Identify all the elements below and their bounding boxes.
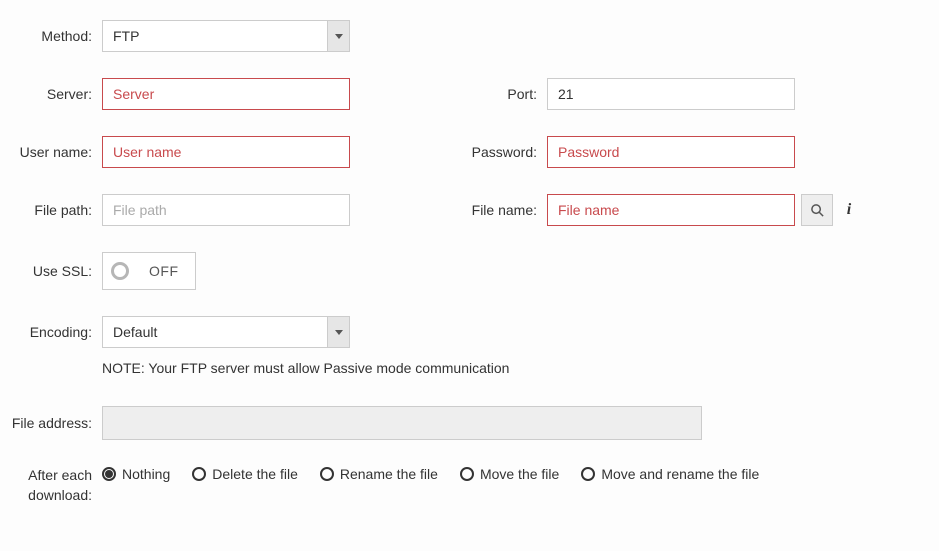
radio-icon [460, 467, 474, 481]
ftp-settings-form: Method: FTP Server: Port: 21 User name: [0, 20, 939, 505]
afterdownload-radio[interactable]: Rename the file [320, 466, 438, 482]
encoding-label: Encoding: [0, 324, 102, 340]
username-label: User name: [0, 144, 102, 160]
filepath-input[interactable] [102, 194, 350, 226]
server-input[interactable] [102, 78, 350, 110]
port-value: 21 [558, 86, 574, 102]
encoding-select-value: Default [103, 317, 327, 347]
fileaddress-field [102, 406, 702, 440]
method-label: Method: [0, 28, 102, 44]
toggle-knob-icon [111, 262, 129, 280]
port-label: Port: [437, 86, 547, 102]
radio-icon [192, 467, 206, 481]
radio-label: Nothing [122, 466, 170, 482]
info-icon[interactable]: i [839, 201, 859, 219]
radio-label: Rename the file [340, 466, 438, 482]
server-label: Server: [0, 86, 102, 102]
usessl-toggle[interactable]: OFF [102, 252, 196, 290]
afterdownload-radio[interactable]: Move the file [460, 466, 559, 482]
encoding-select-button[interactable] [327, 317, 349, 347]
chevron-down-icon [335, 330, 343, 335]
afterdownload-label: After each download: [0, 466, 102, 505]
fileaddress-label: File address: [0, 415, 102, 431]
search-icon [810, 203, 825, 218]
radio-icon [320, 467, 334, 481]
afterdownload-radio[interactable]: Nothing [102, 466, 170, 482]
afterdownload-radio[interactable]: Move and rename the file [581, 466, 759, 482]
radio-icon [102, 467, 116, 481]
radio-label: Move and rename the file [601, 466, 759, 482]
filepath-label: File path: [0, 202, 102, 218]
method-select[interactable]: FTP [102, 20, 350, 52]
note-text: NOTE: Your FTP server must allow Passive… [102, 360, 509, 376]
filename-input[interactable] [547, 194, 795, 226]
chevron-down-icon [335, 34, 343, 39]
password-label: Password: [437, 144, 547, 160]
method-select-value: FTP [103, 21, 327, 51]
radio-label: Delete the file [212, 466, 298, 482]
encoding-select[interactable]: Default [102, 316, 350, 348]
afterdownload-radio-group: Nothing Delete the file Rename the file Mov… [102, 466, 759, 482]
usessl-toggle-label: OFF [149, 263, 179, 279]
radio-icon [581, 467, 595, 481]
method-select-button[interactable] [327, 21, 349, 51]
radio-label: Move the file [480, 466, 559, 482]
password-input[interactable] [547, 136, 795, 168]
usessl-label: Use SSL: [0, 263, 102, 279]
port-input[interactable]: 21 [547, 78, 795, 110]
afterdownload-radio[interactable]: Delete the file [192, 466, 298, 482]
filename-search-button[interactable] [801, 194, 833, 226]
filename-label: File name: [437, 202, 547, 218]
username-input[interactable] [102, 136, 350, 168]
